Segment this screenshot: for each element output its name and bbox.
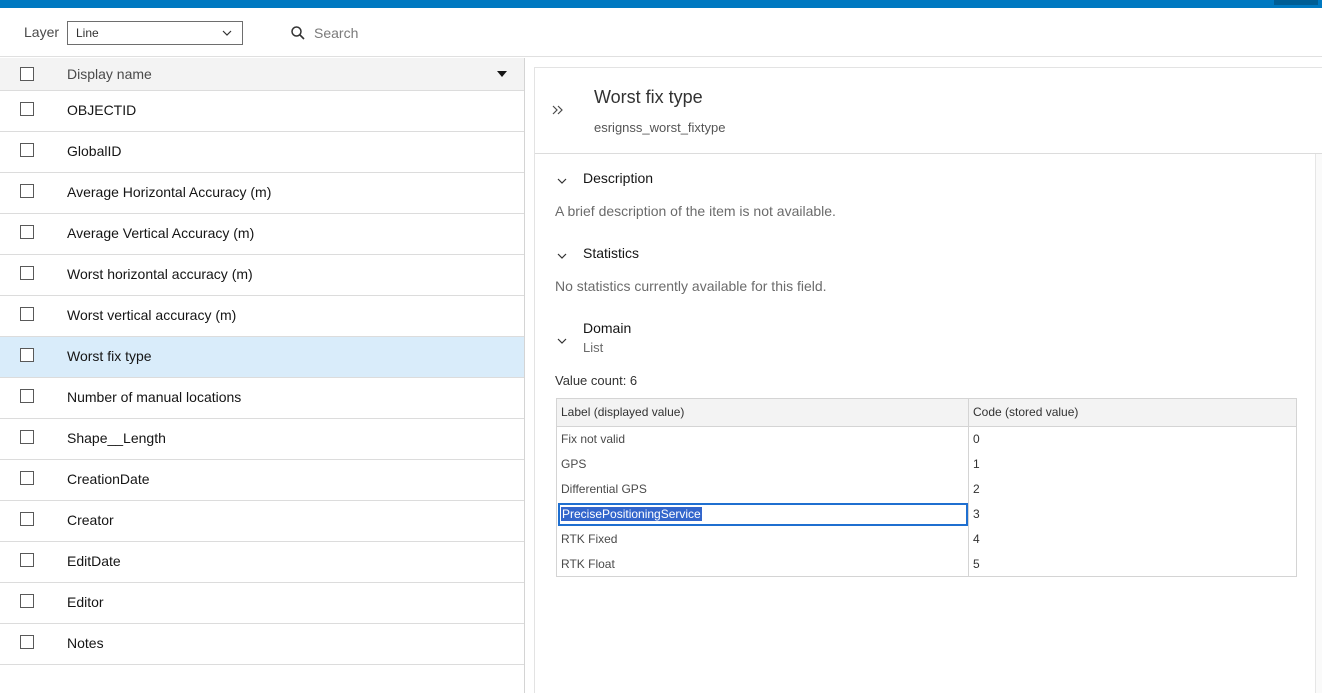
top-bar-tab[interactable] <box>1274 0 1318 5</box>
field-display-name: Average Vertical Accuracy (m) <box>67 225 255 241</box>
domain-heading: Domain <box>583 320 632 336</box>
field-checkbox[interactable] <box>20 184 34 198</box>
sort-caret-icon[interactable] <box>497 71 507 77</box>
toolbar: Layer Line <box>0 8 1322 57</box>
field-checkbox[interactable] <box>20 430 34 444</box>
field-checkbox[interactable] <box>20 389 34 403</box>
field-list-item[interactable]: OBJECTID <box>0 91 524 132</box>
domain-label-cell[interactable]: RTK Fixed <box>561 532 617 546</box>
domain-code-cell[interactable]: 5 <box>973 557 980 571</box>
field-display-name: Worst fix type <box>67 348 152 364</box>
label-column-header: Label (displayed value) <box>561 405 685 419</box>
domain-label-cell[interactable]: Differential GPS <box>561 482 647 496</box>
domain-table-row[interactable]: Fix not valid 0 <box>557 427 1296 452</box>
field-list-item[interactable]: Average Vertical Accuracy (m) <box>0 214 524 255</box>
field-display-name: Editor <box>67 594 104 610</box>
field-list-item[interactable]: GlobalID <box>0 132 524 173</box>
field-list-item[interactable]: Worst horizontal accuracy (m) <box>0 255 524 296</box>
description-text: A brief description of the item is not a… <box>555 203 836 219</box>
field-list-item[interactable]: CreationDate <box>0 460 524 501</box>
domain-label-cell[interactable]: GPS <box>561 457 586 471</box>
domain-code-cell[interactable]: 0 <box>973 432 980 446</box>
field-checkbox[interactable] <box>20 307 34 321</box>
field-display-name: Average Horizontal Accuracy (m) <box>67 184 272 200</box>
field-list-item[interactable]: Number of manual locations <box>0 378 524 419</box>
field-checkbox[interactable] <box>20 143 34 157</box>
field-checkbox[interactable] <box>20 266 34 280</box>
field-list-header: Display name <box>0 58 524 91</box>
domain-table-row[interactable]: RTK Float 5 <box>557 552 1296 577</box>
details-scrollbar[interactable] <box>1315 154 1322 693</box>
domain-code-cell[interactable]: 3 <box>973 507 980 521</box>
field-display-name: Notes <box>67 635 104 651</box>
domain-label-cell[interactable]: RTK Float <box>561 557 615 571</box>
double-chevron-right-icon[interactable] <box>551 103 565 117</box>
domain-label-cell[interactable]: Fix not valid <box>561 432 625 446</box>
field-checkbox[interactable] <box>20 512 34 526</box>
field-display-name: CreationDate <box>67 471 150 487</box>
field-list-item[interactable]: Worst fix type <box>0 337 524 378</box>
field-list-item[interactable]: Editor <box>0 583 524 624</box>
field-list-item[interactable]: Average Horizontal Accuracy (m) <box>0 173 524 214</box>
field-list-item[interactable]: Shape__Length <box>0 419 524 460</box>
field-name: esrignss_worst_fixtype <box>594 120 726 135</box>
chevron-down-icon <box>557 253 567 259</box>
field-display-name: Creator <box>67 512 114 528</box>
field-display-name: OBJECTID <box>67 102 137 118</box>
display-name-column-header[interactable]: Display name <box>67 66 152 82</box>
description-heading: Description <box>583 170 654 186</box>
search-input[interactable] <box>314 23 514 43</box>
domain-label-cell[interactable]: PrecisePositioningService <box>561 507 702 521</box>
chevron-down-icon <box>222 30 232 36</box>
field-list-item[interactable]: EditDate <box>0 542 524 583</box>
field-checkbox[interactable] <box>20 225 34 239</box>
field-checkbox[interactable] <box>20 553 34 567</box>
search-icon <box>291 26 305 40</box>
chevron-down-icon <box>557 178 567 184</box>
field-display-name: Number of manual locations <box>67 389 242 405</box>
field-display-name: EditDate <box>67 553 121 569</box>
domain-table-row[interactable]: PrecisePositioningService 3 <box>557 502 1296 527</box>
domain-code-cell[interactable]: 1 <box>973 457 980 471</box>
field-list-item[interactable]: Worst vertical accuracy (m) <box>0 296 524 337</box>
statistics-text: No statistics currently available for th… <box>555 278 827 294</box>
field-list-item[interactable]: Notes <box>0 624 524 665</box>
top-accent-bar <box>0 0 1322 8</box>
field-display-name: Shape__Length <box>67 430 166 446</box>
layer-select-value: Line <box>76 26 99 40</box>
domain-type: List <box>583 340 604 355</box>
domain-table-row[interactable]: Differential GPS 2 <box>557 477 1296 502</box>
field-title: Worst fix type <box>594 87 703 107</box>
details-header: Worst fix type esrignss_worst_fixtype <box>535 68 1322 154</box>
field-checkbox[interactable] <box>20 594 34 608</box>
field-checkbox[interactable] <box>20 102 34 116</box>
value-count: Value count: 6 <box>555 373 638 388</box>
domain-table-row[interactable]: GPS 1 <box>557 452 1296 477</box>
domain-code-cell[interactable]: 2 <box>973 482 980 496</box>
code-column-header: Code (stored value) <box>973 405 1079 419</box>
domain-table-row[interactable]: RTK Fixed 4 <box>557 527 1296 552</box>
chevron-down-icon <box>557 338 567 344</box>
field-list-item[interactable]: Creator <box>0 501 524 542</box>
domain-values-table: Label (displayed value) Code (stored val… <box>556 398 1297 577</box>
domain-code-cell[interactable]: 4 <box>973 532 980 546</box>
field-list-panel: Display name OBJECTID GlobalID Average Hor… <box>0 58 525 693</box>
field-display-name: Worst vertical accuracy (m) <box>67 307 237 323</box>
domain-table-header: Label (displayed value) Code (stored val… <box>557 399 1296 427</box>
statistics-heading: Statistics <box>583 245 640 261</box>
field-checkbox[interactable] <box>20 348 34 362</box>
field-checkbox[interactable] <box>20 635 34 649</box>
select-all-checkbox[interactable] <box>20 67 34 81</box>
field-checkbox[interactable] <box>20 471 34 485</box>
field-details-panel: Worst fix type esrignss_worst_fixtype De… <box>534 67 1322 693</box>
field-display-name: GlobalID <box>67 143 122 159</box>
layer-select[interactable]: Line <box>67 21 243 45</box>
field-display-name: Worst horizontal accuracy (m) <box>67 266 253 282</box>
layer-label: Layer <box>24 24 60 40</box>
